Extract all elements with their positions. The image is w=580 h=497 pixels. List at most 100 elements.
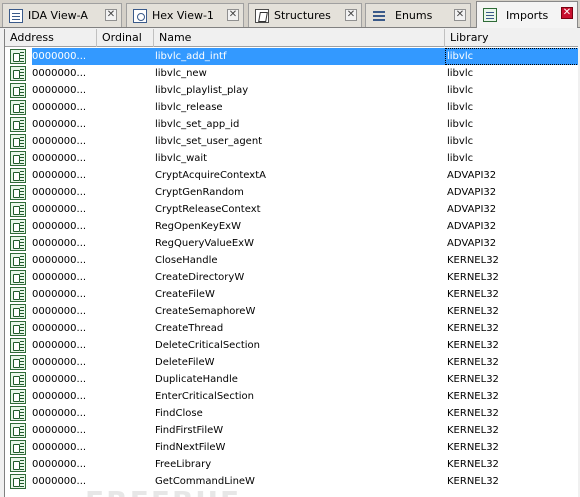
tab-label: Imports bbox=[506, 8, 549, 22]
ordinal-cell bbox=[97, 82, 154, 99]
address-cell: 0000000... bbox=[32, 255, 87, 266]
ordinal-cell bbox=[97, 286, 154, 303]
address-cell: 0000000... bbox=[32, 48, 97, 65]
column-name[interactable]: Name bbox=[154, 29, 445, 47]
address-cell: 0000000... bbox=[32, 85, 87, 96]
library-cell: KERNEL32 bbox=[447, 442, 499, 453]
table-row[interactable]: 0000000... CreateSemaphoreW KERNEL32 bbox=[5, 303, 578, 320]
name-cell: FindClose bbox=[155, 408, 203, 419]
table-row[interactable]: 0000000... RegOpenKeyExW ADVAPI32 bbox=[5, 218, 578, 235]
table-row[interactable]: 0000000... CreateThread KERNEL32 bbox=[5, 320, 578, 337]
table-row[interactable]: 0000000... FindNextFileW KERNEL32 bbox=[5, 439, 578, 456]
import-function-icon bbox=[10, 321, 26, 336]
library-cell: libvlc bbox=[447, 102, 474, 113]
table-row[interactable]: 0000000... CryptGenRandom ADVAPI32 bbox=[5, 184, 578, 201]
library-cell: KERNEL32 bbox=[447, 408, 499, 419]
import-function-icon bbox=[10, 66, 26, 81]
table-row[interactable]: 0000000... CreateFileW KERNEL32 bbox=[5, 286, 578, 303]
import-function-icon bbox=[10, 355, 26, 370]
close-icon[interactable]: ✕ bbox=[105, 9, 117, 21]
table-row[interactable]: 0000000... FreeLibrary KERNEL32 bbox=[5, 456, 578, 473]
ordinal-cell bbox=[97, 371, 154, 388]
import-function-icon bbox=[10, 151, 26, 166]
tab-ida-view-a[interactable]: IDA View-A ✕ bbox=[2, 3, 122, 27]
ordinal-cell bbox=[97, 201, 154, 218]
address-cell: 0000000... bbox=[32, 391, 87, 402]
library-cell: KERNEL32 bbox=[447, 459, 499, 470]
address-cell: 0000000... bbox=[32, 340, 87, 351]
table-row[interactable]: 0000000... libvlc_release libvlc bbox=[5, 99, 578, 116]
table-row[interactable]: 0000000... libvlc_set_app_id libvlc bbox=[5, 116, 578, 133]
library-cell: ADVAPI32 bbox=[447, 238, 497, 249]
table-row[interactable]: 0000000... CloseHandle KERNEL32 bbox=[5, 252, 578, 269]
name-cell: CreateThread bbox=[155, 323, 224, 334]
name-cell: EnterCriticalSection bbox=[155, 391, 254, 402]
library-cell: libvlc bbox=[447, 136, 474, 147]
ordinal-cell bbox=[97, 388, 154, 405]
import-function-icon bbox=[10, 423, 26, 438]
name-cell: CreateSemaphoreW bbox=[155, 306, 256, 317]
address-cell: 0000000... bbox=[32, 289, 87, 300]
ordinal-cell bbox=[97, 167, 154, 184]
address-cell: 0000000... bbox=[32, 136, 87, 147]
ordinal-cell bbox=[97, 456, 154, 473]
import-function-icon bbox=[10, 474, 26, 489]
close-icon[interactable]: ✕ bbox=[561, 7, 573, 19]
import-function-icon bbox=[10, 202, 26, 217]
ordinal-cell bbox=[97, 252, 154, 269]
table-row[interactable]: 0000000... libvlc_add_intf libvlc bbox=[5, 48, 578, 65]
tab-structures[interactable]: Structures ✕ bbox=[248, 3, 362, 27]
table-row[interactable]: 0000000... CreateDirectoryW KERNEL32 bbox=[5, 269, 578, 286]
tab-imports[interactable]: Imports ✕ bbox=[476, 1, 578, 28]
name-cell: CryptAcquireContextA bbox=[155, 170, 266, 181]
ordinal-cell bbox=[97, 269, 154, 286]
imports-icon bbox=[483, 8, 497, 22]
import-function-icon bbox=[10, 338, 26, 353]
name-cell: DeleteFileW bbox=[155, 357, 215, 368]
library-cell: ADVAPI32 bbox=[447, 204, 497, 215]
table-row[interactable]: 0000000... CryptAcquireContextA ADVAPI32 bbox=[5, 167, 578, 184]
library-cell: libvlc bbox=[445, 48, 578, 65]
table-row[interactable]: 0000000... DeleteFileW KERNEL32 bbox=[5, 354, 578, 371]
name-cell: RegQueryValueExW bbox=[155, 238, 254, 249]
table-row[interactable]: 0000000... libvlc_set_user_agent libvlc bbox=[5, 133, 578, 150]
close-icon[interactable]: ✕ bbox=[345, 9, 357, 21]
library-cell: ADVAPI32 bbox=[447, 170, 497, 181]
ordinal-cell bbox=[97, 337, 154, 354]
column-ordinal[interactable]: Ordinal bbox=[97, 29, 154, 47]
table-row[interactable]: 0000000... FindFirstFileW KERNEL32 bbox=[5, 422, 578, 439]
ordinal-cell bbox=[97, 439, 154, 456]
ida-view-icon bbox=[9, 8, 23, 23]
name-cell: libvlc_add_intf bbox=[154, 48, 445, 65]
address-cell: 0000000... bbox=[32, 442, 87, 453]
close-icon[interactable]: ✕ bbox=[227, 9, 239, 21]
import-function-icon bbox=[10, 253, 26, 268]
table-row[interactable]: 0000000... libvlc_wait libvlc bbox=[5, 150, 578, 167]
column-address[interactable]: Address bbox=[5, 29, 97, 47]
table-row[interactable]: 0000000... EnterCriticalSection KERNEL32 bbox=[5, 388, 578, 405]
address-cell: 0000000... bbox=[32, 153, 87, 164]
ordinal-cell bbox=[97, 150, 154, 167]
table-row[interactable]: 0000000... CryptReleaseContext ADVAPI32 bbox=[5, 201, 578, 218]
table-row[interactable]: 0000000... DeleteCriticalSection KERNEL32 bbox=[5, 337, 578, 354]
enums-icon bbox=[372, 9, 386, 23]
tab-enums[interactable]: Enums ✕ bbox=[365, 3, 471, 27]
table-row[interactable]: 0000000... RegQueryValueExW ADVAPI32 bbox=[5, 235, 578, 252]
tab-hex-view-1[interactable]: Hex View-1 ✕ bbox=[126, 3, 244, 27]
column-library[interactable]: Library bbox=[445, 29, 578, 47]
name-cell: CreateFileW bbox=[155, 289, 215, 300]
import-function-icon bbox=[10, 168, 26, 183]
column-header: Address Ordinal Name Library bbox=[5, 29, 578, 47]
name-cell: FindNextFileW bbox=[155, 442, 226, 453]
close-icon[interactable]: ✕ bbox=[454, 9, 466, 21]
address-cell: 0000000... bbox=[32, 408, 87, 419]
table-row[interactable]: 0000000... FindClose KERNEL32 bbox=[5, 405, 578, 422]
name-cell: libvlc_new bbox=[155, 68, 207, 79]
imports-list[interactable]: Address Ordinal Name Library 0000000... l… bbox=[4, 29, 578, 497]
name-cell: libvlc_set_user_agent bbox=[155, 136, 263, 147]
import-function-icon bbox=[10, 219, 26, 234]
import-function-icon bbox=[10, 440, 26, 455]
table-row[interactable]: 0000000... DuplicateHandle KERNEL32 bbox=[5, 371, 578, 388]
table-row[interactable]: 0000000... libvlc_playlist_play libvlc bbox=[5, 82, 578, 99]
table-row[interactable]: 0000000... libvlc_new libvlc bbox=[5, 65, 578, 82]
